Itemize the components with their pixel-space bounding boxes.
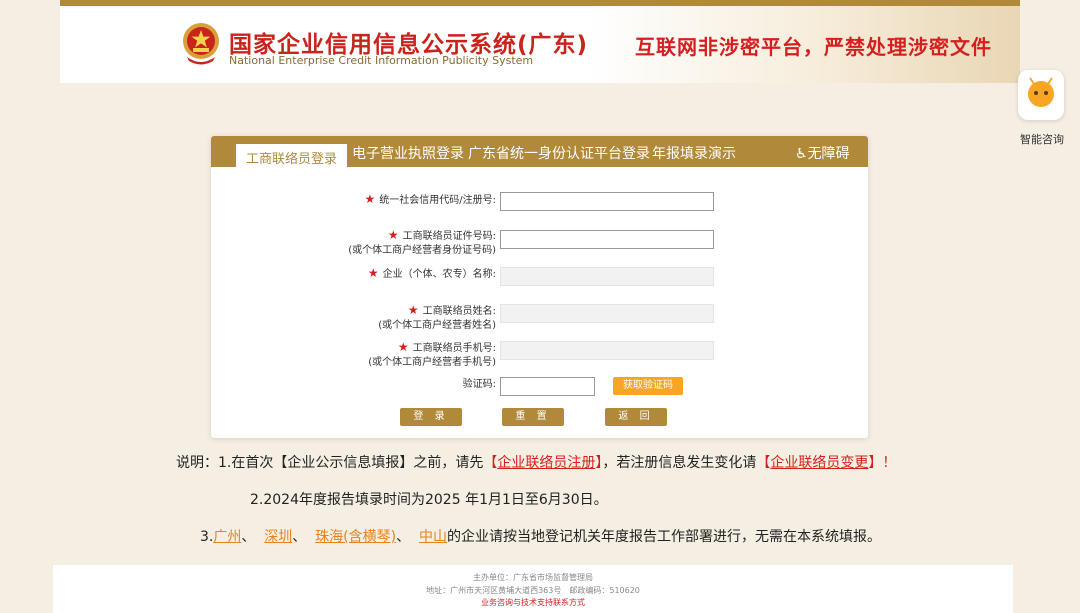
contact-name-input <box>500 304 714 323</box>
reset-button[interactable]: 重 置 <box>502 408 564 426</box>
footer-sponsor: 主办单位：广东省市场监督管理局 <box>473 573 593 582</box>
id-number-label: ★ 工商联络员证件号码: (或个体工商户经营者身份证号码) <box>348 228 496 256</box>
tab-e-license-login[interactable]: 电子营业执照登录 <box>352 143 464 163</box>
get-captcha-button[interactable]: 获取验证码 <box>613 377 683 395</box>
credit-code-input[interactable] <box>500 192 714 211</box>
footer-support-link[interactable]: 业务咨询与技术支持联系方式 <box>53 597 1013 608</box>
footer-address: 地址：广州市天河区黄埔大道西363号 邮政编码：510620 <box>426 586 640 595</box>
id-number-input[interactable] <box>500 230 714 249</box>
note-line-2: 2.2024年度报告填录时间为2025 年1月1日至6月30日。 <box>250 492 608 508</box>
contact-change-link[interactable]: 企业联络员变更 <box>770 455 868 471</box>
note-line-1: 说明：1.在首次【企业公示信息填报】之前，请先【企业联络员注册】，若注册信息发生… <box>176 455 897 471</box>
contact-phone-label: ★ 工商联络员手机号: (或个体工商户经营者手机号) <box>368 340 496 368</box>
company-name-input <box>500 267 714 286</box>
national-emblem-icon <box>183 23 219 65</box>
contact-register-link[interactable]: 企业联络员注册 <box>497 455 595 471</box>
tab-unified-auth-login[interactable]: 广东省统一身份认证平台登录 <box>468 143 650 163</box>
captcha-label: 验证码: <box>462 379 496 390</box>
login-tabbar: 工商联络员登录 电子营业执照登录 广东省统一身份认证平台登录 年报填录演示 ♿无… <box>211 136 868 167</box>
accessibility-button[interactable]: ♿无障碍 <box>795 143 850 163</box>
company-name-label: ★ 企业（个体、农专）名称: <box>367 266 496 280</box>
city-link-zhongshan[interactable]: 中山 <box>419 529 447 545</box>
login-button[interactable]: 登 录 <box>400 408 462 426</box>
security-slogan: 互联网非涉密平台，严禁处理涉密文件 <box>635 35 992 59</box>
city-link-shenzhen[interactable]: 深圳 <box>264 529 292 545</box>
site-subtitle: National Enterprise Credit Information P… <box>229 54 534 67</box>
tab-report-demo[interactable]: 年报填录演示 <box>652 143 736 163</box>
note-line-3: 3.广州、 深圳、 珠海(含横琴)、 中山的企业请按当地登记机关年度报告工作部署… <box>200 529 882 545</box>
wheelchair-icon: ♿ <box>795 146 808 162</box>
credit-code-label: ★ 统一社会信用代码/注册号: <box>364 192 496 206</box>
contact-phone-input <box>500 341 714 360</box>
smart-consult-button[interactable] <box>1018 70 1064 120</box>
contact-name-label: ★ 工商联络员姓名: (或个体工商户经营者姓名) <box>378 303 496 331</box>
captcha-input[interactable] <box>500 377 595 396</box>
city-link-zhuhai[interactable]: 珠海(含横琴) <box>315 529 396 545</box>
back-button[interactable]: 返 回 <box>605 408 667 426</box>
site-footer: 主办单位：广东省市场监督管理局 地址：广州市天河区黄埔大道西363号 邮政编码：… <box>53 565 1013 613</box>
login-card: 工商联络员登录 电子营业执照登录 广东省统一身份认证平台登录 年报填录演示 ♿无… <box>211 136 868 438</box>
smart-consult-label: 智能咨询 <box>1020 133 1064 146</box>
accessibility-label: 无障碍 <box>807 146 850 162</box>
city-link-guangzhou[interactable]: 广州 <box>213 529 241 545</box>
chat-bot-icon <box>1028 77 1054 107</box>
tab-contact-login[interactable]: 工商联络员登录 <box>236 144 348 167</box>
